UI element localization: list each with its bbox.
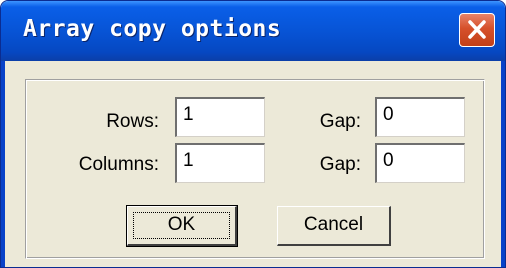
cancel-button-label: Cancel	[303, 214, 364, 235]
window-border-right	[501, 61, 505, 267]
window-border-left	[1, 61, 5, 267]
cancel-button[interactable]: Cancel	[277, 206, 391, 246]
columns-label: Columns:	[78, 154, 159, 175]
ok-button[interactable]: OK	[126, 205, 238, 247]
window-title: Array copy options	[23, 16, 282, 42]
dialog-window: Array copy options Rows: 1 Gap: 0 Column…	[0, 0, 506, 268]
rows-input[interactable]: 1	[175, 97, 265, 137]
close-icon	[468, 20, 486, 39]
rows-label: Rows:	[106, 111, 159, 132]
close-button[interactable]	[459, 13, 495, 47]
columns-gap-label: Gap:	[319, 154, 361, 175]
rows-gap-input[interactable]: 0	[375, 97, 465, 137]
ok-button-label: OK	[167, 214, 196, 235]
columns-input[interactable]: 1	[175, 143, 265, 183]
columns-gap-input[interactable]: 0	[375, 143, 465, 183]
title-bar[interactable]: Array copy options	[1, 1, 505, 61]
rows-gap-label: Gap:	[319, 111, 361, 132]
